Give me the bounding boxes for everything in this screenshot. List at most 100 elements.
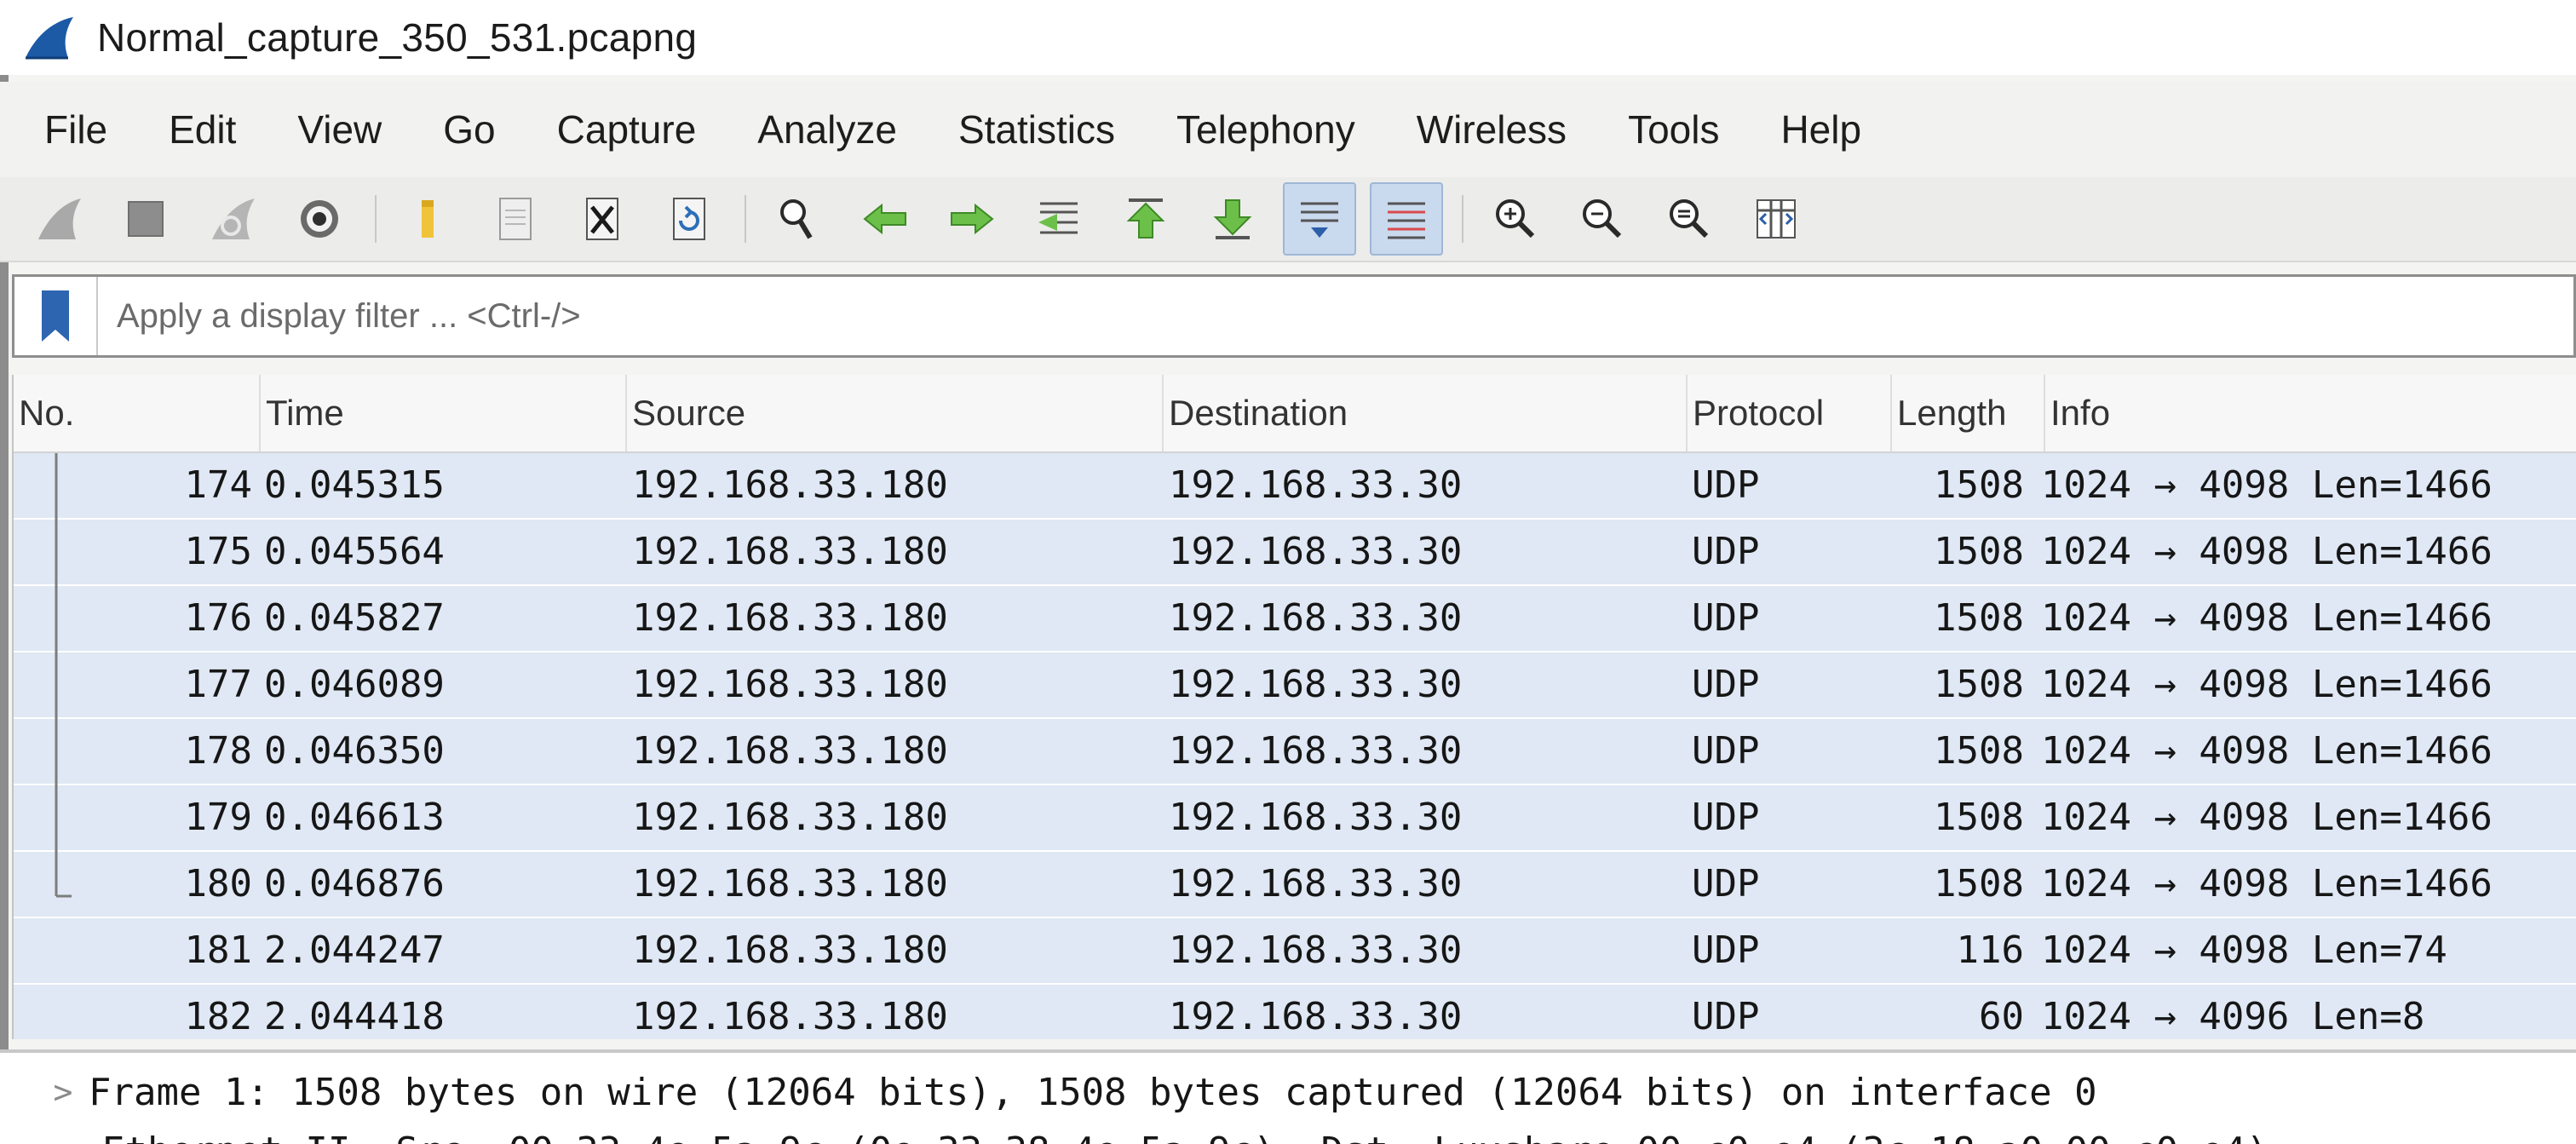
zoom-in-icon[interactable] <box>1479 182 1552 256</box>
packet-number: 182 <box>184 995 252 1038</box>
column-header-destination[interactable]: Destination <box>1164 375 1688 451</box>
packet-source: 192.168.33.180 <box>632 862 948 905</box>
packet-time: 0.046089 <box>264 663 445 706</box>
menu-capture[interactable]: Capture <box>538 106 716 152</box>
packet-row[interactable]: 177 0.046089 192.168.33.180 192.168.33.30 UD… <box>14 652 2576 719</box>
packet-time: 0.045315 <box>264 463 445 507</box>
packet-protocol: UDP <box>1692 729 1760 773</box>
packet-list: No. Time Source Destination Protocol Len… <box>12 375 2576 1039</box>
packet-row[interactable]: 175 0.045564 192.168.33.180 192.168.33.30 UD… <box>14 520 2576 586</box>
packet-source: 192.168.33.180 <box>632 463 948 507</box>
shark-fin-start-icon[interactable] <box>22 182 95 256</box>
column-header-info[interactable]: Info <box>2045 375 2576 451</box>
packet-destination: 192.168.33.30 <box>1169 928 1463 972</box>
menu-analyze[interactable]: Analyze <box>739 106 916 152</box>
packet-rows: 174 0.045315 192.168.33.180 192.168.33.30 UD… <box>14 453 2576 1039</box>
menu-view[interactable]: View <box>279 106 400 152</box>
toolbar-separator <box>1462 195 1463 243</box>
menu-wireless[interactable]: Wireless <box>1398 106 1585 152</box>
expand-chevron-icon[interactable]: > <box>37 1073 89 1111</box>
packet-length: 60 <box>1979 995 2024 1038</box>
packet-protocol: UDP <box>1692 663 1760 706</box>
menu-telephony[interactable]: Telephony <box>1158 106 1374 152</box>
packet-source: 192.168.33.180 <box>632 596 948 640</box>
column-header-no[interactable]: No. <box>14 375 261 451</box>
title-bar: Normal_capture_350_531.pcapng <box>0 0 2576 75</box>
main-toolbar <box>0 177 2576 262</box>
menu-tools[interactable]: Tools <box>1609 106 1738 152</box>
display-filter-bar <box>12 274 2576 358</box>
packet-number: 174 <box>184 463 252 507</box>
menu-go[interactable]: Go <box>424 106 514 152</box>
resize-columns-icon[interactable] <box>1739 182 1813 256</box>
packet-protocol: UDP <box>1692 995 1760 1038</box>
details-ethernet-row[interactable]: Ethernet II, Src: 00:33:4e:5a:9c (0e:33:… <box>102 1130 2268 1144</box>
menu-bar: File Edit View Go Capture Analyze Statis… <box>0 82 2576 177</box>
last-packet-icon[interactable] <box>1196 182 1269 256</box>
packet-number: 178 <box>184 729 252 773</box>
packet-time: 0.045564 <box>264 530 445 573</box>
packet-destination: 192.168.33.30 <box>1169 796 1463 839</box>
menu-edit[interactable]: Edit <box>150 106 255 152</box>
packet-details-pane: > Frame 1: 1508 bytes on wire (12064 bit… <box>0 1049 2576 1144</box>
go-forward-arrow-icon[interactable] <box>935 182 1009 256</box>
packet-protocol: UDP <box>1692 796 1760 839</box>
menu-statistics[interactable]: Statistics <box>940 106 1134 152</box>
zoom-normal-icon[interactable] <box>1653 182 1726 256</box>
filter-bookmark-icon[interactable] <box>14 277 98 355</box>
packet-row[interactable]: 178 0.046350 192.168.33.180 192.168.33.30 UD… <box>14 719 2576 785</box>
packet-protocol: UDP <box>1692 530 1760 573</box>
packet-row[interactable]: 179 0.046613 192.168.33.180 192.168.33.30 UD… <box>14 785 2576 852</box>
details-frame-text: Frame 1: 1508 bytes on wire (12064 bits)… <box>89 1070 2097 1114</box>
window-title: Normal_capture_350_531.pcapng <box>97 15 698 60</box>
packet-info: 1024 → 4096 Len=8 <box>2041 995 2425 1038</box>
zoom-out-icon[interactable] <box>1566 182 1639 256</box>
packet-number: 181 <box>184 928 252 972</box>
stop-square-icon[interactable] <box>109 182 182 256</box>
column-header-length[interactable]: Length <box>1892 375 2045 451</box>
packet-number: 179 <box>184 796 252 839</box>
column-header-time[interactable]: Time <box>261 375 627 451</box>
packet-row[interactable]: 174 0.045315 192.168.33.180 192.168.33.30 UD… <box>14 453 2576 520</box>
packet-destination: 192.168.33.30 <box>1169 663 1463 706</box>
close-file-icon[interactable] <box>566 182 639 256</box>
packet-source: 192.168.33.180 <box>632 530 948 573</box>
first-packet-icon[interactable] <box>1109 182 1182 256</box>
save-file-icon[interactable] <box>479 182 552 256</box>
packet-time: 0.046350 <box>264 729 445 773</box>
packet-list-header: No. Time Source Destination Protocol Len… <box>14 375 2576 453</box>
packet-time: 0.045827 <box>264 596 445 640</box>
auto-scroll-icon[interactable] <box>1283 182 1356 256</box>
packet-length: 1508 <box>1934 862 2024 905</box>
packet-length: 1508 <box>1934 463 2024 507</box>
column-header-source[interactable]: Source <box>627 375 1164 451</box>
open-folder-icon[interactable] <box>392 182 465 256</box>
conversation-bracket-icon <box>55 453 72 898</box>
go-back-arrow-icon[interactable] <box>848 182 922 256</box>
go-to-packet-icon[interactable] <box>1022 182 1095 256</box>
column-header-protocol[interactable]: Protocol <box>1688 375 1892 451</box>
wireshark-fin-icon <box>15 12 83 63</box>
packet-length: 1508 <box>1934 729 2024 773</box>
restart-fin-icon[interactable] <box>196 182 269 256</box>
packet-destination: 192.168.33.30 <box>1169 530 1463 573</box>
packet-row[interactable]: 182 2.044418 192.168.33.180 192.168.33.30 UD… <box>14 985 2576 1039</box>
capture-options-gear-icon[interactable] <box>283 182 356 256</box>
packet-destination: 192.168.33.30 <box>1169 862 1463 905</box>
packet-info: 1024 → 4098 Len=1466 <box>2041 463 2493 507</box>
colorize-icon[interactable] <box>1370 182 1443 256</box>
packet-row[interactable]: 180 0.046876 192.168.33.180 192.168.33.30 UD… <box>14 852 2576 918</box>
packet-source: 192.168.33.180 <box>632 928 948 972</box>
packet-time: 0.046876 <box>264 862 445 905</box>
reload-file-icon[interactable] <box>653 182 726 256</box>
details-frame-row[interactable]: > Frame 1: 1508 bytes on wire (12064 bit… <box>0 1065 2097 1119</box>
menu-help[interactable]: Help <box>1762 106 1880 152</box>
packet-destination: 192.168.33.30 <box>1169 729 1463 773</box>
find-packet-icon[interactable] <box>762 182 835 256</box>
packet-number: 180 <box>184 862 252 905</box>
packet-row[interactable]: 181 2.044247 192.168.33.180 192.168.33.30 UD… <box>14 918 2576 985</box>
menu-file[interactable]: File <box>26 106 126 152</box>
display-filter-input[interactable] <box>98 281 2573 351</box>
packet-row[interactable]: 176 0.045827 192.168.33.180 192.168.33.30 UD… <box>14 586 2576 652</box>
packet-info: 1024 → 4098 Len=1466 <box>2041 862 2493 905</box>
